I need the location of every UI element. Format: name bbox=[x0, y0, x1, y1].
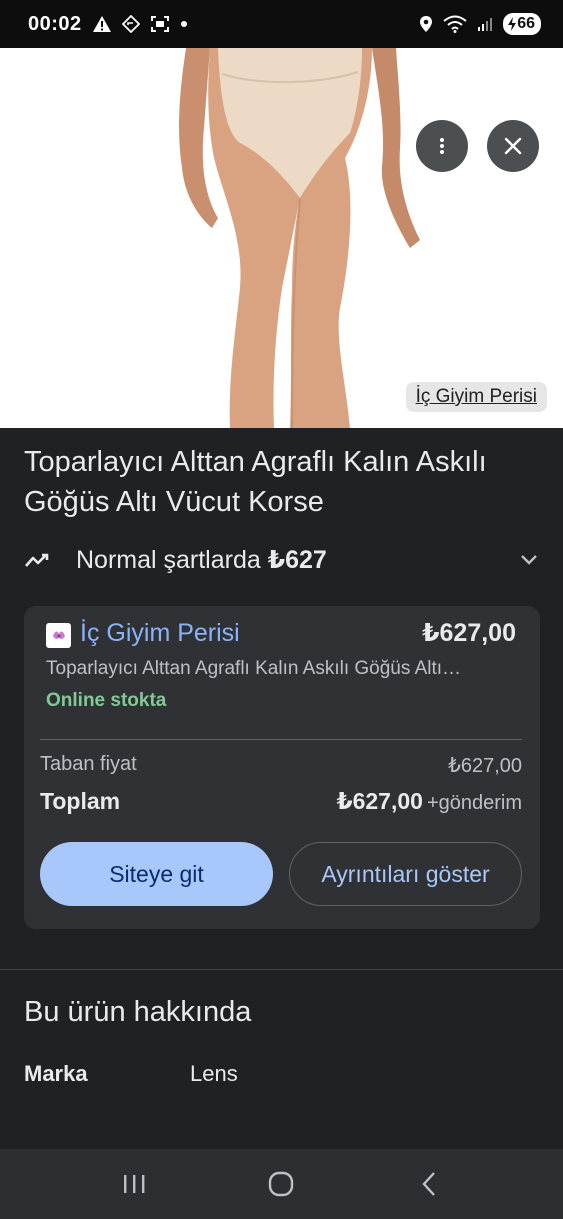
system-nav-bar bbox=[0, 1149, 563, 1219]
battery-level: 66 bbox=[517, 15, 535, 32]
total-value: ₺627,00 +gönderim bbox=[337, 788, 522, 815]
about-section-title: Bu ürün hakkında bbox=[24, 996, 252, 1028]
home-button[interactable] bbox=[251, 1159, 311, 1209]
offer-price: ₺627,00 bbox=[422, 619, 516, 647]
price-trend-icon bbox=[25, 553, 49, 567]
price-insights-row[interactable]: Normal şartlarda ₺627 bbox=[24, 540, 539, 580]
offer-card: İç Giyim Perisi ₺627,00 Toparlayıcı Altt… bbox=[24, 606, 540, 929]
attribute-value-brand: Lens bbox=[190, 1061, 238, 1086]
product-image[interactable]: İç Giyim Perisi bbox=[0, 48, 563, 428]
show-details-button[interactable]: Ayrıntıları göster bbox=[289, 842, 522, 906]
battery-indicator: 66 bbox=[503, 13, 541, 35]
status-time: 00:02 bbox=[28, 12, 82, 35]
battery-charging-icon bbox=[508, 17, 517, 31]
product-title: Toparlayıcı Alttan Agraflı Kalın Askılı … bbox=[24, 446, 487, 518]
typical-price-text: Normal şartlarda ₺627 bbox=[76, 545, 327, 575]
offer-title: Toparlayıcı Alttan Agraflı Kalın Askılı … bbox=[46, 658, 462, 679]
typical-price-value: ₺627 bbox=[267, 546, 327, 574]
visit-site-button[interactable]: Siteye git bbox=[40, 842, 273, 906]
store-name-link[interactable]: İç Giyim Perisi bbox=[80, 619, 240, 648]
fairy-logo-icon bbox=[52, 631, 65, 639]
recent-apps-button[interactable] bbox=[104, 1159, 164, 1209]
typical-price-prefix: Normal şartlarda bbox=[76, 546, 268, 574]
shipping-note: +gönderim bbox=[426, 792, 522, 814]
total-label: Toplam bbox=[40, 788, 121, 814]
base-price-value: ₺627,00 bbox=[448, 755, 522, 777]
more-vert-icon bbox=[440, 138, 444, 154]
close-button[interactable] bbox=[487, 120, 539, 172]
back-button[interactable] bbox=[399, 1159, 459, 1209]
back-icon bbox=[422, 1172, 436, 1196]
status-bar: 00:02 66 bbox=[0, 0, 563, 48]
close-icon bbox=[504, 137, 522, 155]
attribute-key-brand: Marka bbox=[24, 1061, 88, 1086]
status-right-icons: 66 bbox=[419, 13, 541, 35]
screenshot-icon bbox=[150, 16, 169, 32]
signal-icon bbox=[478, 18, 493, 31]
divider bbox=[40, 739, 522, 740]
image-source-link[interactable]: İç Giyim Perisi bbox=[405, 382, 547, 412]
recent-apps-icon bbox=[123, 1175, 145, 1193]
total-amount: ₺627,00 bbox=[336, 788, 423, 814]
stock-status: Online stokta bbox=[46, 690, 167, 711]
wifi-icon bbox=[443, 15, 467, 33]
home-icon bbox=[269, 1171, 294, 1197]
location-icon bbox=[420, 16, 433, 32]
chevron-down-icon[interactable] bbox=[519, 554, 539, 566]
store-logo bbox=[46, 623, 71, 648]
dot-icon bbox=[180, 21, 187, 27]
more-options-button[interactable] bbox=[416, 120, 468, 172]
product-photo bbox=[0, 48, 563, 428]
section-divider bbox=[0, 969, 563, 970]
status-left-icons bbox=[92, 15, 188, 33]
navigation-icon bbox=[121, 15, 140, 33]
warning-icon bbox=[92, 16, 111, 32]
base-price-label: Taban fiyat bbox=[40, 753, 137, 775]
